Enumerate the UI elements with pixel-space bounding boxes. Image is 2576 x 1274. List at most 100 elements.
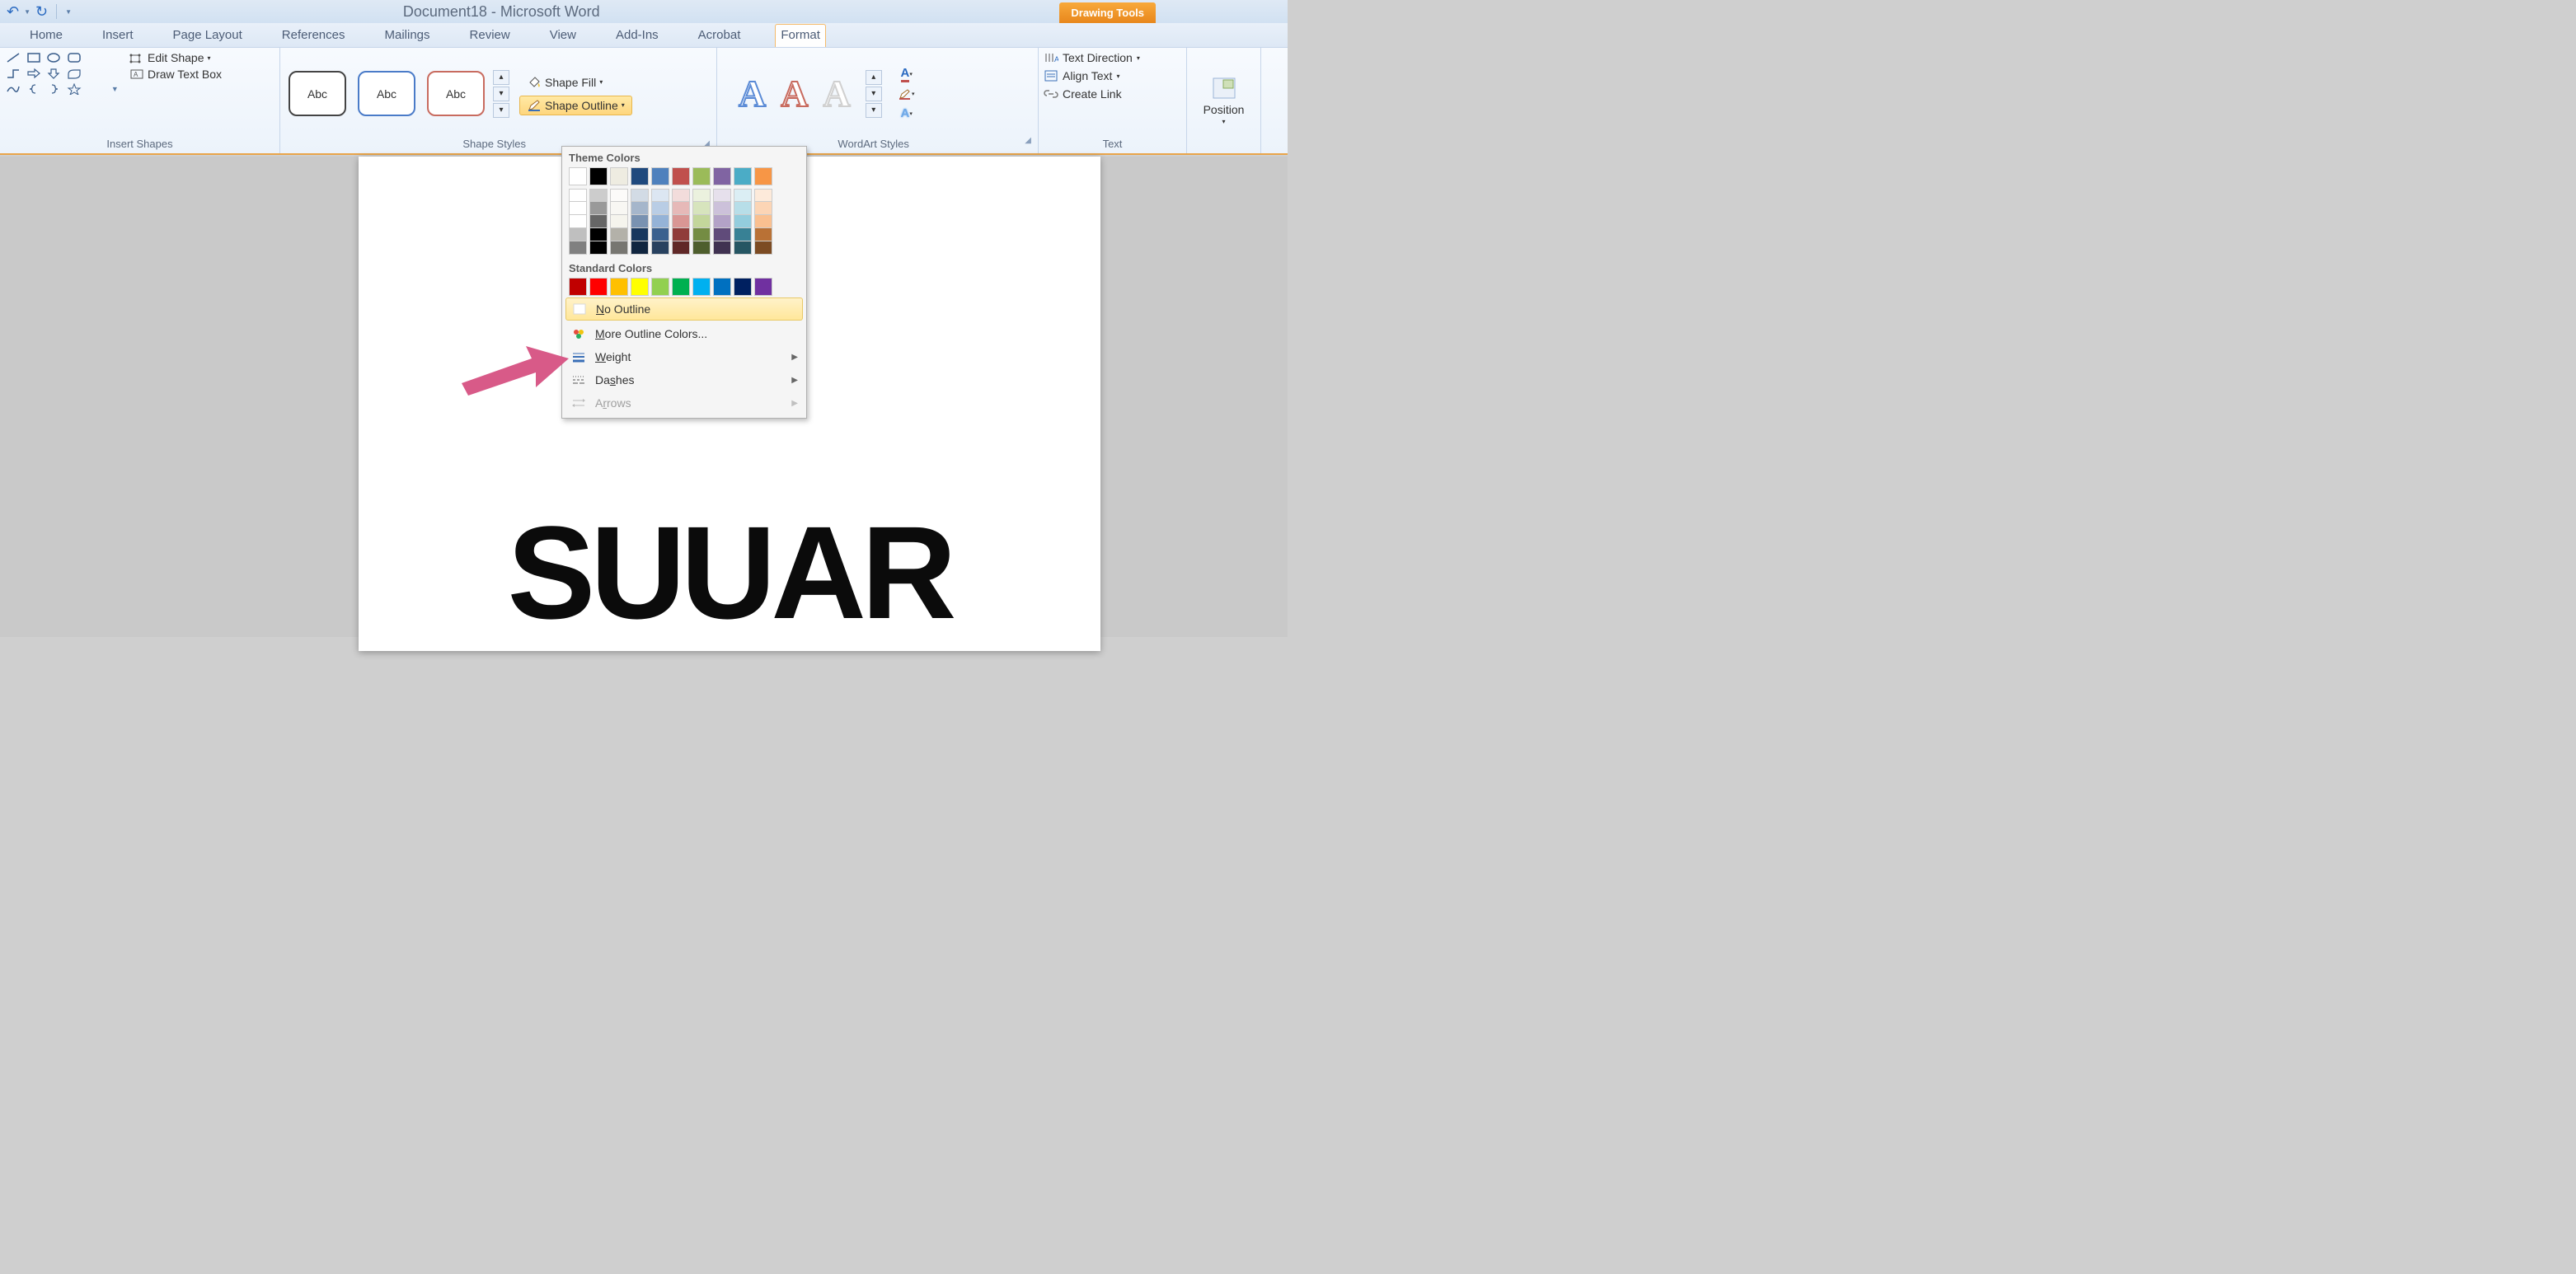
shape-curve-icon[interactable] [5,82,21,96]
shape-style-blue[interactable]: Abc [358,71,415,116]
theme-color-swatch[interactable] [692,167,711,185]
align-text-button[interactable]: Align Text▾ [1044,69,1140,82]
theme-shade-swatch[interactable] [672,228,690,241]
shape-gallery-more-icon[interactable]: ▼ [106,82,123,96]
shape-arrow-right-icon[interactable] [26,67,42,80]
theme-color-swatch[interactable] [569,167,587,185]
theme-shade-swatch[interactable] [672,215,690,228]
theme-shade-swatch[interactable] [754,241,772,255]
theme-shade-swatch[interactable] [692,215,711,228]
shape-brace-left-icon[interactable] [26,82,42,96]
shape-arrow-down-icon[interactable] [45,67,62,80]
theme-shade-swatch[interactable] [734,202,752,215]
theme-shade-swatch[interactable] [610,215,628,228]
theme-shade-swatch[interactable] [754,189,772,202]
shape-style-scroll[interactable]: ▴ ▾ ▾ [493,70,509,118]
theme-shade-swatch[interactable] [713,241,731,255]
theme-shade-swatch[interactable] [589,241,608,255]
shape-roundrect-icon[interactable] [66,51,82,64]
tab-insert[interactable]: Insert [97,25,138,47]
theme-shade-swatch[interactable] [589,215,608,228]
tab-mailings[interactable]: Mailings [380,25,435,47]
theme-shade-swatch[interactable] [569,189,587,202]
standard-color-swatch[interactable] [713,278,731,296]
draw-text-box-button[interactable]: A Draw Text Box [129,68,222,81]
wordart-style-red[interactable]: A [781,72,808,115]
scroll-down-icon[interactable]: ▾ [493,87,509,101]
shape-brace-right-icon[interactable] [45,82,62,96]
contextual-tab-drawing-tools[interactable]: Drawing Tools [1059,2,1156,23]
text-effects-button[interactable]: A▾ [897,105,917,122]
theme-shade-swatch[interactable] [569,215,587,228]
theme-shade-swatch[interactable] [734,241,752,255]
standard-color-swatch[interactable] [651,278,669,296]
theme-shade-swatch[interactable] [631,228,649,241]
tab-references[interactable]: References [277,25,350,47]
theme-shade-swatch[interactable] [651,215,669,228]
tab-view[interactable]: View [545,25,581,47]
theme-shade-swatch[interactable] [713,202,731,215]
theme-color-swatch[interactable] [754,167,772,185]
standard-color-swatch[interactable] [672,278,690,296]
theme-shade-swatch[interactable] [569,241,587,255]
theme-shade-swatch[interactable] [631,241,649,255]
theme-color-swatch[interactable] [672,167,690,185]
theme-color-swatch[interactable] [631,167,649,185]
theme-color-swatch[interactable] [589,167,608,185]
shape-rect-icon[interactable] [26,51,42,64]
theme-shade-swatch[interactable] [651,228,669,241]
scroll-up-icon[interactable]: ▴ [493,70,509,85]
theme-shade-swatch[interactable] [692,202,711,215]
shape-oval-icon[interactable] [45,51,62,64]
theme-color-swatch[interactable] [610,167,628,185]
dashes-item[interactable]: Dashes ▶ [562,368,806,391]
standard-color-swatch[interactable] [631,278,649,296]
shape-gallery[interactable]: ▼ [5,51,124,96]
theme-shade-swatch[interactable] [713,189,731,202]
theme-shade-swatch[interactable] [569,228,587,241]
theme-shade-swatch[interactable] [610,202,628,215]
theme-shade-swatch[interactable] [631,202,649,215]
text-outline-button[interactable]: ▾ [897,86,917,102]
more-outline-colors-item[interactable]: More Outline Colors... [562,322,806,345]
tab-home[interactable]: Home [25,25,68,47]
theme-shade-swatch[interactable] [713,228,731,241]
create-link-button[interactable]: Create Link [1044,87,1140,101]
wordart-dialog-launcher-icon[interactable]: ◢ [1025,136,1033,152]
theme-shade-swatch[interactable] [610,189,628,202]
tab-add-ins[interactable]: Add-Ins [611,25,664,47]
theme-shade-swatch[interactable] [651,189,669,202]
wordart-style-gray[interactable]: A [823,72,850,115]
standard-color-swatch[interactable] [610,278,628,296]
theme-shade-swatch[interactable] [672,189,690,202]
theme-shade-swatch[interactable] [734,215,752,228]
tab-format[interactable]: Format [775,24,826,47]
shape-fill-button[interactable]: Shape Fill ▾ [519,73,632,92]
theme-shade-swatch[interactable] [713,215,731,228]
standard-color-swatch[interactable] [754,278,772,296]
scroll-more-icon[interactable]: ▾ [493,103,509,118]
theme-shade-swatch[interactable] [631,215,649,228]
theme-shade-swatch[interactable] [754,228,772,241]
shape-elbow-icon[interactable] [5,67,21,80]
scroll-down-icon[interactable]: ▾ [866,87,882,101]
theme-shade-swatch[interactable] [569,202,587,215]
document-wordart-text[interactable]: SUUAR [508,507,952,639]
theme-shade-swatch[interactable] [734,189,752,202]
theme-shade-swatch[interactable] [589,189,608,202]
theme-shade-swatch[interactable] [651,202,669,215]
standard-color-swatch[interactable] [692,278,711,296]
theme-shade-swatch[interactable] [754,215,772,228]
standard-color-swatch[interactable] [734,278,752,296]
scroll-more-icon[interactable]: ▾ [866,103,882,118]
standard-color-swatch[interactable] [589,278,608,296]
theme-shade-swatch[interactable] [672,241,690,255]
theme-shade-swatch[interactable] [631,189,649,202]
theme-color-swatch[interactable] [713,167,731,185]
theme-shade-swatch[interactable] [692,189,711,202]
shape-outline-button[interactable]: Shape Outline ▾ [519,96,632,115]
tab-acrobat[interactable]: Acrobat [693,25,746,47]
tab-review[interactable]: Review [465,25,515,47]
theme-shade-swatch[interactable] [734,228,752,241]
theme-shade-swatch[interactable] [589,202,608,215]
